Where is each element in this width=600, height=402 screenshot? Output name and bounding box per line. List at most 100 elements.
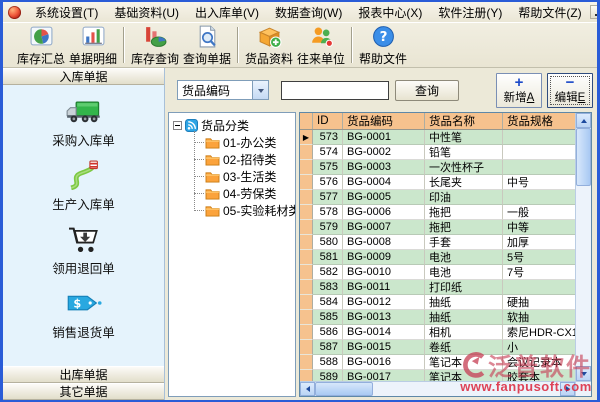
cell-name[interactable]: 一次性杯子 [425,160,503,175]
tree-node[interactable]: 02-招待类 [205,151,293,168]
row-selector[interactable] [300,265,313,280]
cell-spec[interactable] [503,160,575,175]
cell-code[interactable]: BG-0004 [343,175,425,190]
horizontal-scrollbar[interactable] [300,381,591,396]
edit-button[interactable]: − 编辑E [547,73,593,108]
cell-name[interactable]: 长尾夹 [425,175,503,190]
row-selector[interactable] [300,370,313,381]
cell-code[interactable]: BG-0011 [343,280,425,295]
toolbar-button[interactable]: 往来单位 [296,24,346,66]
cell-code[interactable]: BG-0013 [343,310,425,325]
cell-spec[interactable]: 一般 [503,205,575,220]
column-header[interactable]: 货品编码 [343,113,425,129]
toolbar-button[interactable]: 查询单据 [182,24,232,66]
cell-code[interactable]: BG-0016 [343,355,425,370]
cell-spec[interactable]: 中号 [503,175,575,190]
table-row[interactable]: 580 BG-0008 手套 加厚 [300,235,575,250]
cell-id[interactable]: 574 [313,145,343,160]
sidebar-item[interactable]: 采购入库单 [3,94,164,151]
cell-spec[interactable] [503,190,575,205]
cell-id[interactable]: 583 [313,280,343,295]
scroll-left-button[interactable] [300,382,315,396]
cell-spec[interactable]: 7号 [503,265,575,280]
cell-name[interactable]: 电池 [425,265,503,280]
cell-name[interactable]: 抽纸 [425,310,503,325]
table-row[interactable]: 578 BG-0006 拖把 一般 [300,205,575,220]
search-input[interactable] [281,81,389,100]
cell-name[interactable]: 抽纸 [425,295,503,310]
row-selector[interactable] [300,145,313,160]
cell-id[interactable]: 580 [313,235,343,250]
cell-name[interactable]: 铅笔 [425,145,503,160]
tree-root-node[interactable]: 货品分类 [173,117,293,134]
cell-id[interactable]: 589 [313,370,343,381]
table-row[interactable]: 577 BG-0005 印油 [300,190,575,205]
cell-spec[interactable]: 硬抽 [503,295,575,310]
sidebar-group-bar[interactable]: 其它单据 [3,383,164,400]
row-selector[interactable] [300,355,313,370]
tree-node[interactable]: 01-办公类 [205,134,293,151]
row-selector[interactable] [300,205,313,220]
cell-id[interactable]: 575 [313,160,343,175]
cell-id[interactable]: 577 [313,190,343,205]
cell-spec[interactable]: 索尼HDR-CX180E [503,325,575,340]
cell-id[interactable]: 581 [313,250,343,265]
menu-item[interactable]: 软件注册(Y) [430,3,510,22]
tree-node[interactable]: 03-生活类 [205,168,293,185]
menu-item[interactable]: 报表中心(X) [350,3,430,22]
cell-spec[interactable]: 中等 [503,220,575,235]
toolbar-button[interactable]: 货品资料 [244,24,294,66]
cell-spec[interactable]: 5号 [503,250,575,265]
cell-name[interactable]: 相机 [425,325,503,340]
cell-name[interactable]: 拖把 [425,205,503,220]
horizontal-scroll-thumb[interactable] [315,382,373,396]
table-row[interactable]: 587 BG-0015 卷纸 小 [300,340,575,355]
row-selector[interactable] [300,280,313,295]
tree-collapse-icon[interactable] [173,121,182,130]
menu-item[interactable]: 系统设置(T) [27,3,106,22]
cell-code[interactable]: BG-0005 [343,190,425,205]
horizontal-scroll-track[interactable] [373,382,560,396]
row-selector[interactable] [300,160,313,175]
cell-name[interactable]: 中性笔 [425,130,503,145]
cell-code[interactable]: BG-0007 [343,220,425,235]
table-row[interactable]: 586 BG-0014 相机 索尼HDR-CX180E [300,325,575,340]
table-row[interactable]: 576 BG-0004 长尾夹 中号 [300,175,575,190]
cell-code[interactable]: BG-0002 [343,145,425,160]
add-button[interactable]: + 新增A [496,73,542,108]
vertical-scroll-track[interactable] [576,186,591,366]
sidebar-group-bar[interactable]: 出库单据 [3,366,164,383]
row-selector[interactable] [300,250,313,265]
cell-id[interactable]: 588 [313,355,343,370]
toolbar-button[interactable]: 单据明细 [68,24,118,66]
cell-name[interactable]: 笔记本 [425,355,503,370]
column-header[interactable]: 货品名称 [425,113,503,129]
cell-id[interactable]: 582 [313,265,343,280]
cell-name[interactable]: 打印纸 [425,280,503,295]
sidebar-item[interactable]: 生产入库单 [3,158,164,215]
cell-code[interactable]: BG-0006 [343,205,425,220]
cell-id[interactable]: 579 [313,220,343,235]
cell-spec[interactable] [503,130,575,145]
sidebar-group-inbound[interactable]: 入库单据 [3,68,164,85]
column-header[interactable]: ID [313,113,343,129]
cell-code[interactable]: BG-0012 [343,295,425,310]
row-selector[interactable] [300,220,313,235]
query-button[interactable]: 查询 [395,80,459,101]
row-selector[interactable] [300,190,313,205]
cell-spec[interactable] [503,145,575,160]
table-row[interactable]: 583 BG-0011 打印纸 [300,280,575,295]
menu-item[interactable]: 基础资料(U) [106,3,187,22]
scroll-up-button[interactable] [576,113,591,128]
table-row[interactable]: 588 BG-0016 笔记本 会议记录本 [300,355,575,370]
minimize-button[interactable] [590,5,600,19]
cell-spec[interactable]: 会议记录本 [503,355,575,370]
cell-code[interactable]: BG-0010 [343,265,425,280]
table-row[interactable]: 573 BG-0001 中性笔 [300,130,575,145]
cell-id[interactable]: 584 [313,295,343,310]
row-selector[interactable] [300,310,313,325]
cell-code[interactable]: BG-0003 [343,160,425,175]
menu-item[interactable]: 帮助文件(Z) [510,3,589,22]
search-field-select[interactable]: 货品编码 [177,80,269,100]
cell-code[interactable]: BG-0009 [343,250,425,265]
